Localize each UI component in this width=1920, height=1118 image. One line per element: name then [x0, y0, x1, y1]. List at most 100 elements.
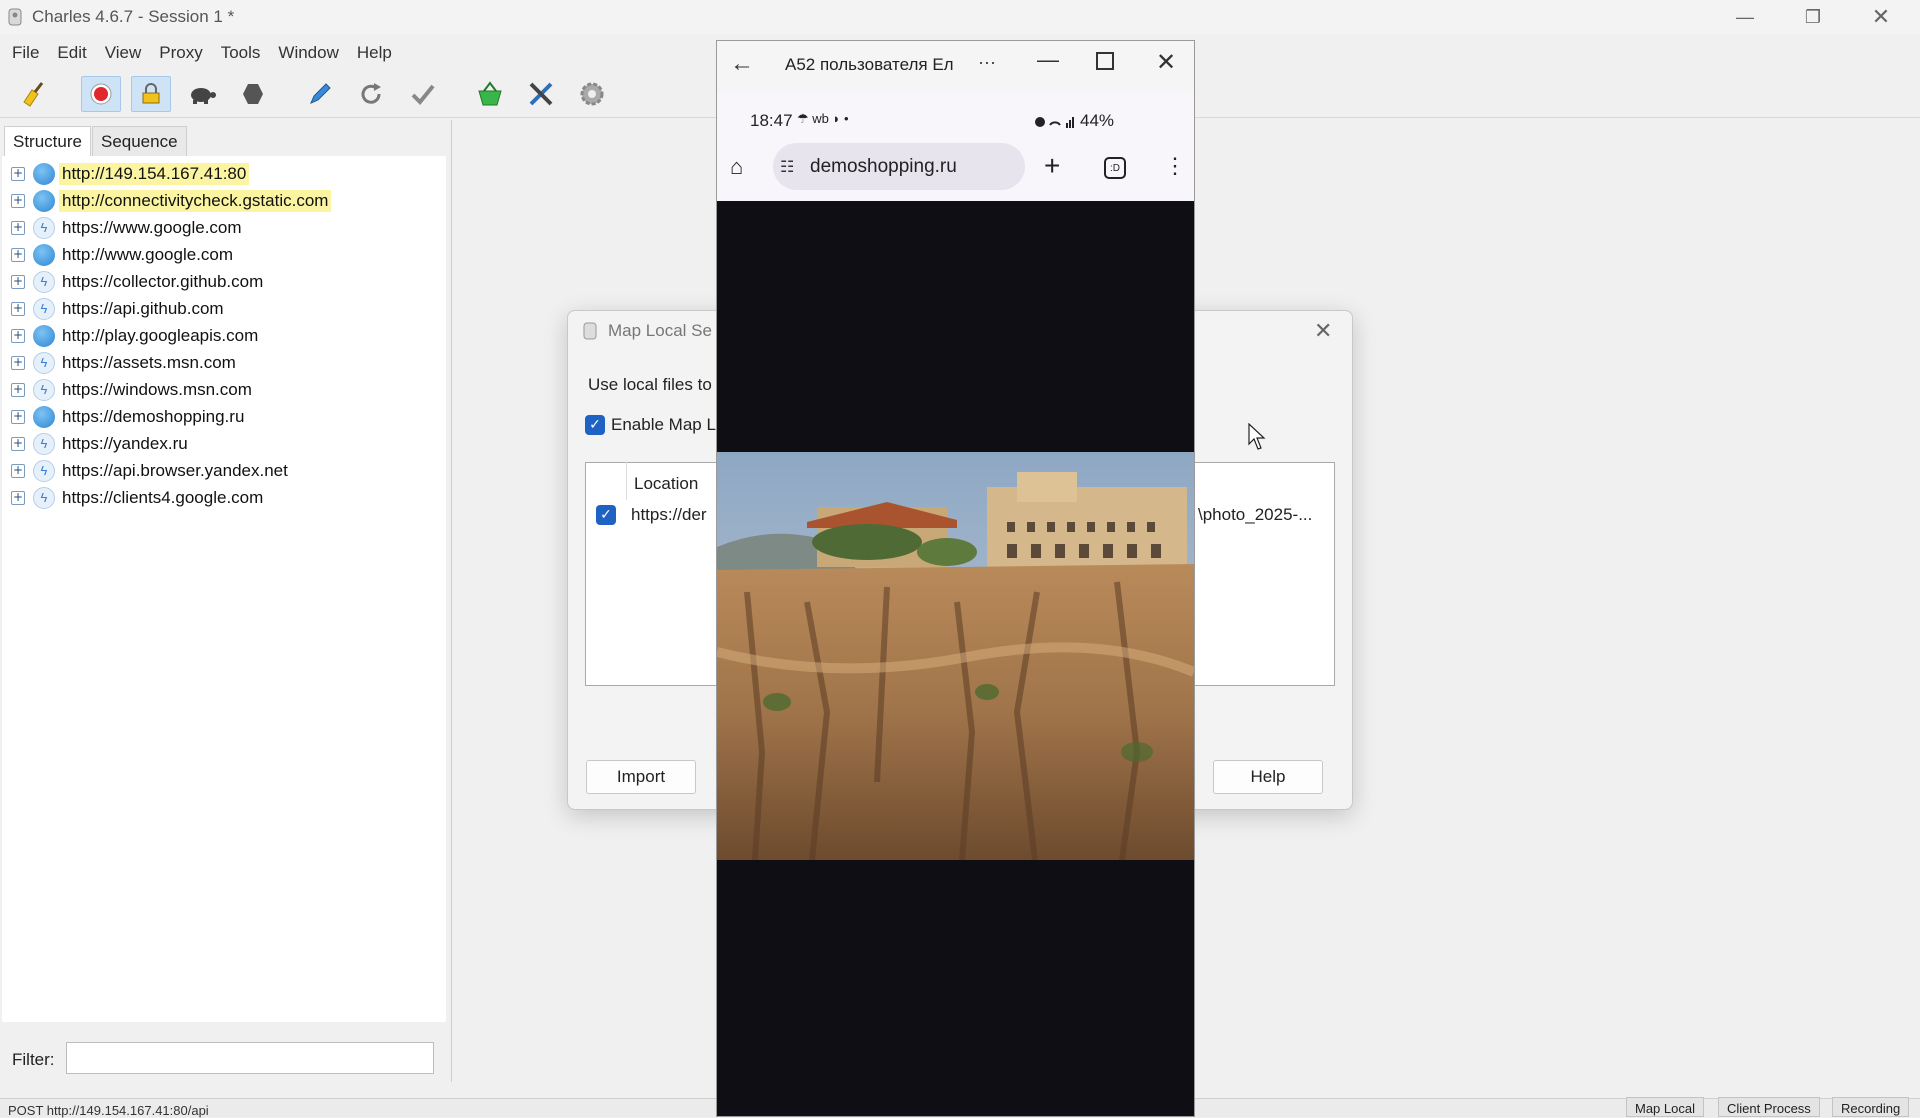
- host-label: http://149.154.167.41:80: [59, 162, 250, 185]
- host-label: https://collector.github.com: [62, 271, 264, 291]
- enable-map-local-checkbox[interactable]: ✓: [585, 415, 605, 435]
- host-label: http://www.google.com: [62, 244, 234, 264]
- host-tree-row[interactable]: + ϟ https://api.browser.yandex.net: [2, 457, 291, 484]
- basket-icon[interactable]: [470, 76, 510, 112]
- host-tree-row[interactable]: + ϟ https://www.google.com: [2, 214, 245, 241]
- phone-maximize-button[interactable]: [1096, 52, 1114, 70]
- tools-icon[interactable]: [521, 76, 561, 112]
- menu-window[interactable]: Window: [269, 43, 347, 63]
- import-button[interactable]: Import: [586, 760, 696, 794]
- compose-pen-icon[interactable]: [300, 76, 340, 112]
- mapping-row-local-path[interactable]: \photo_2025-...: [1198, 505, 1312, 525]
- host-label: https://yandex.ru: [62, 433, 188, 453]
- host-label: https://demoshopping.ru: [62, 406, 245, 426]
- settings-gear-icon[interactable]: [572, 76, 612, 112]
- expand-plus-icon[interactable]: +: [11, 193, 25, 208]
- throttle-turtle-icon[interactable]: [182, 76, 222, 112]
- secure-bolt-icon: ϟ: [33, 432, 55, 455]
- window-title: Charles 4.6.7 - Session 1 *: [32, 7, 235, 26]
- host-tree-row[interactable]: + https://demoshopping.ru: [2, 403, 247, 430]
- globe-icon: [33, 162, 55, 185]
- host-tree-row[interactable]: + http://www.google.com: [2, 241, 236, 268]
- expand-plus-icon[interactable]: +: [11, 166, 25, 181]
- expand-plus-icon[interactable]: +: [11, 274, 25, 289]
- expand-plus-icon[interactable]: +: [11, 463, 25, 478]
- record-icon[interactable]: [81, 76, 121, 112]
- tab-sequence[interactable]: Sequence: [91, 126, 187, 156]
- globe-icon: [33, 324, 55, 347]
- back-arrow-icon[interactable]: ←: [730, 50, 754, 78]
- host-tree-row[interactable]: + ϟ https://clients4.google.com: [2, 484, 266, 511]
- breakpoints-hexagon-icon[interactable]: [233, 76, 273, 112]
- minimize-button[interactable]: —: [1716, 0, 1774, 34]
- host-label: https://www.google.com: [62, 217, 242, 237]
- repeat-icon[interactable]: [351, 76, 391, 112]
- host-label: https://api.github.com: [62, 298, 224, 318]
- tabs-switcher-icon[interactable]: :D: [1104, 157, 1126, 179]
- globe-icon: [33, 243, 55, 266]
- secure-bolt-icon: ϟ: [33, 459, 55, 482]
- menu-view[interactable]: View: [96, 43, 151, 63]
- host-tree-row[interactable]: + ϟ https://assets.msn.com: [2, 349, 239, 376]
- enable-map-local-label: Enable Map L: [611, 415, 716, 434]
- secure-bolt-icon: ϟ: [33, 270, 55, 293]
- expand-plus-icon[interactable]: +: [11, 247, 25, 262]
- more-options-icon[interactable]: ···: [978, 52, 996, 73]
- secure-bolt-icon: ϟ: [33, 297, 55, 320]
- site-settings-icon[interactable]: ☷: [780, 157, 794, 177]
- location-column-label: Location: [634, 474, 699, 493]
- phone-close-button[interactable]: ✕: [1156, 48, 1176, 77]
- dialog-close-icon[interactable]: ✕: [1314, 318, 1332, 344]
- view-tabs: Structure Sequence: [4, 126, 188, 156]
- mapping-row-location[interactable]: https://der: [631, 505, 707, 525]
- expand-plus-icon[interactable]: +: [11, 490, 25, 505]
- expand-plus-icon[interactable]: +: [11, 409, 25, 424]
- secure-bolt-icon: ϟ: [33, 378, 55, 401]
- expand-plus-icon[interactable]: +: [11, 220, 25, 235]
- structure-panel: Structure Sequence + http://149.154.167.4…: [0, 120, 452, 1082]
- secure-bolt-icon: ϟ: [33, 216, 55, 239]
- help-button[interactable]: Help: [1213, 760, 1323, 794]
- expand-plus-icon[interactable]: +: [11, 436, 25, 451]
- address-bar-url[interactable]: demoshopping.ru: [810, 156, 957, 178]
- globe-icon: [33, 189, 55, 212]
- broom-icon[interactable]: [12, 76, 52, 112]
- host-label: http://connectivitycheck.gstatic.com: [59, 189, 332, 212]
- filter-input[interactable]: [66, 1042, 434, 1074]
- close-button[interactable]: ✕: [1852, 0, 1910, 34]
- host-tree-row[interactable]: + ϟ https://yandex.ru: [2, 430, 191, 457]
- status-client-process-button[interactable]: Client Process: [1718, 1097, 1820, 1117]
- host-tree-row[interactable]: + http://149.154.167.41:80: [2, 160, 250, 187]
- window-titlebar: Charles 4.6.7 - Session 1 *: [0, 0, 1920, 34]
- tab-structure[interactable]: Structure: [4, 126, 91, 156]
- dialog-title: Map Local Se: [608, 321, 712, 340]
- home-icon[interactable]: ⌂: [730, 154, 743, 180]
- menu-proxy[interactable]: Proxy: [150, 43, 211, 63]
- phone-minimize-button[interactable]: —: [1037, 47, 1059, 73]
- new-tab-icon[interactable]: +: [1044, 150, 1060, 182]
- host-tree-row[interactable]: + http://connectivitycheck.gstatic.com: [2, 187, 332, 214]
- menu-edit[interactable]: Edit: [48, 43, 95, 63]
- phone-notification-icons: ☂ wb ◗ •: [797, 111, 849, 126]
- expand-plus-icon[interactable]: +: [11, 301, 25, 316]
- menu-help[interactable]: Help: [348, 43, 401, 63]
- validate-check-icon[interactable]: [403, 76, 443, 112]
- expand-plus-icon[interactable]: +: [11, 382, 25, 397]
- host-tree-row[interactable]: + ϟ https://windows.msn.com: [2, 376, 255, 403]
- dialog-description: Use local files to: [588, 375, 712, 394]
- status-map-local-button[interactable]: Map Local: [1626, 1097, 1704, 1117]
- menu-file[interactable]: File: [0, 43, 48, 63]
- browser-menu-icon[interactable]: ⋮: [1164, 153, 1186, 179]
- host-tree-row[interactable]: + ϟ https://api.github.com: [2, 295, 227, 322]
- expand-plus-icon[interactable]: +: [11, 328, 25, 343]
- ssl-proxying-icon[interactable]: [131, 76, 171, 112]
- menu-tools[interactable]: Tools: [212, 43, 270, 63]
- restore-button[interactable]: ❐: [1784, 0, 1842, 34]
- host-label: https://api.browser.yandex.net: [62, 460, 288, 480]
- host-tree-row[interactable]: + http://play.googleapis.com: [2, 322, 261, 349]
- host-tree-row[interactable]: + ϟ https://collector.github.com: [2, 268, 266, 295]
- phone-window-title: A52 пользователя Ел: [785, 55, 954, 74]
- mapping-row-checkbox[interactable]: ✓: [596, 505, 616, 525]
- expand-plus-icon[interactable]: +: [11, 355, 25, 370]
- status-recording-button[interactable]: Recording: [1832, 1097, 1910, 1117]
